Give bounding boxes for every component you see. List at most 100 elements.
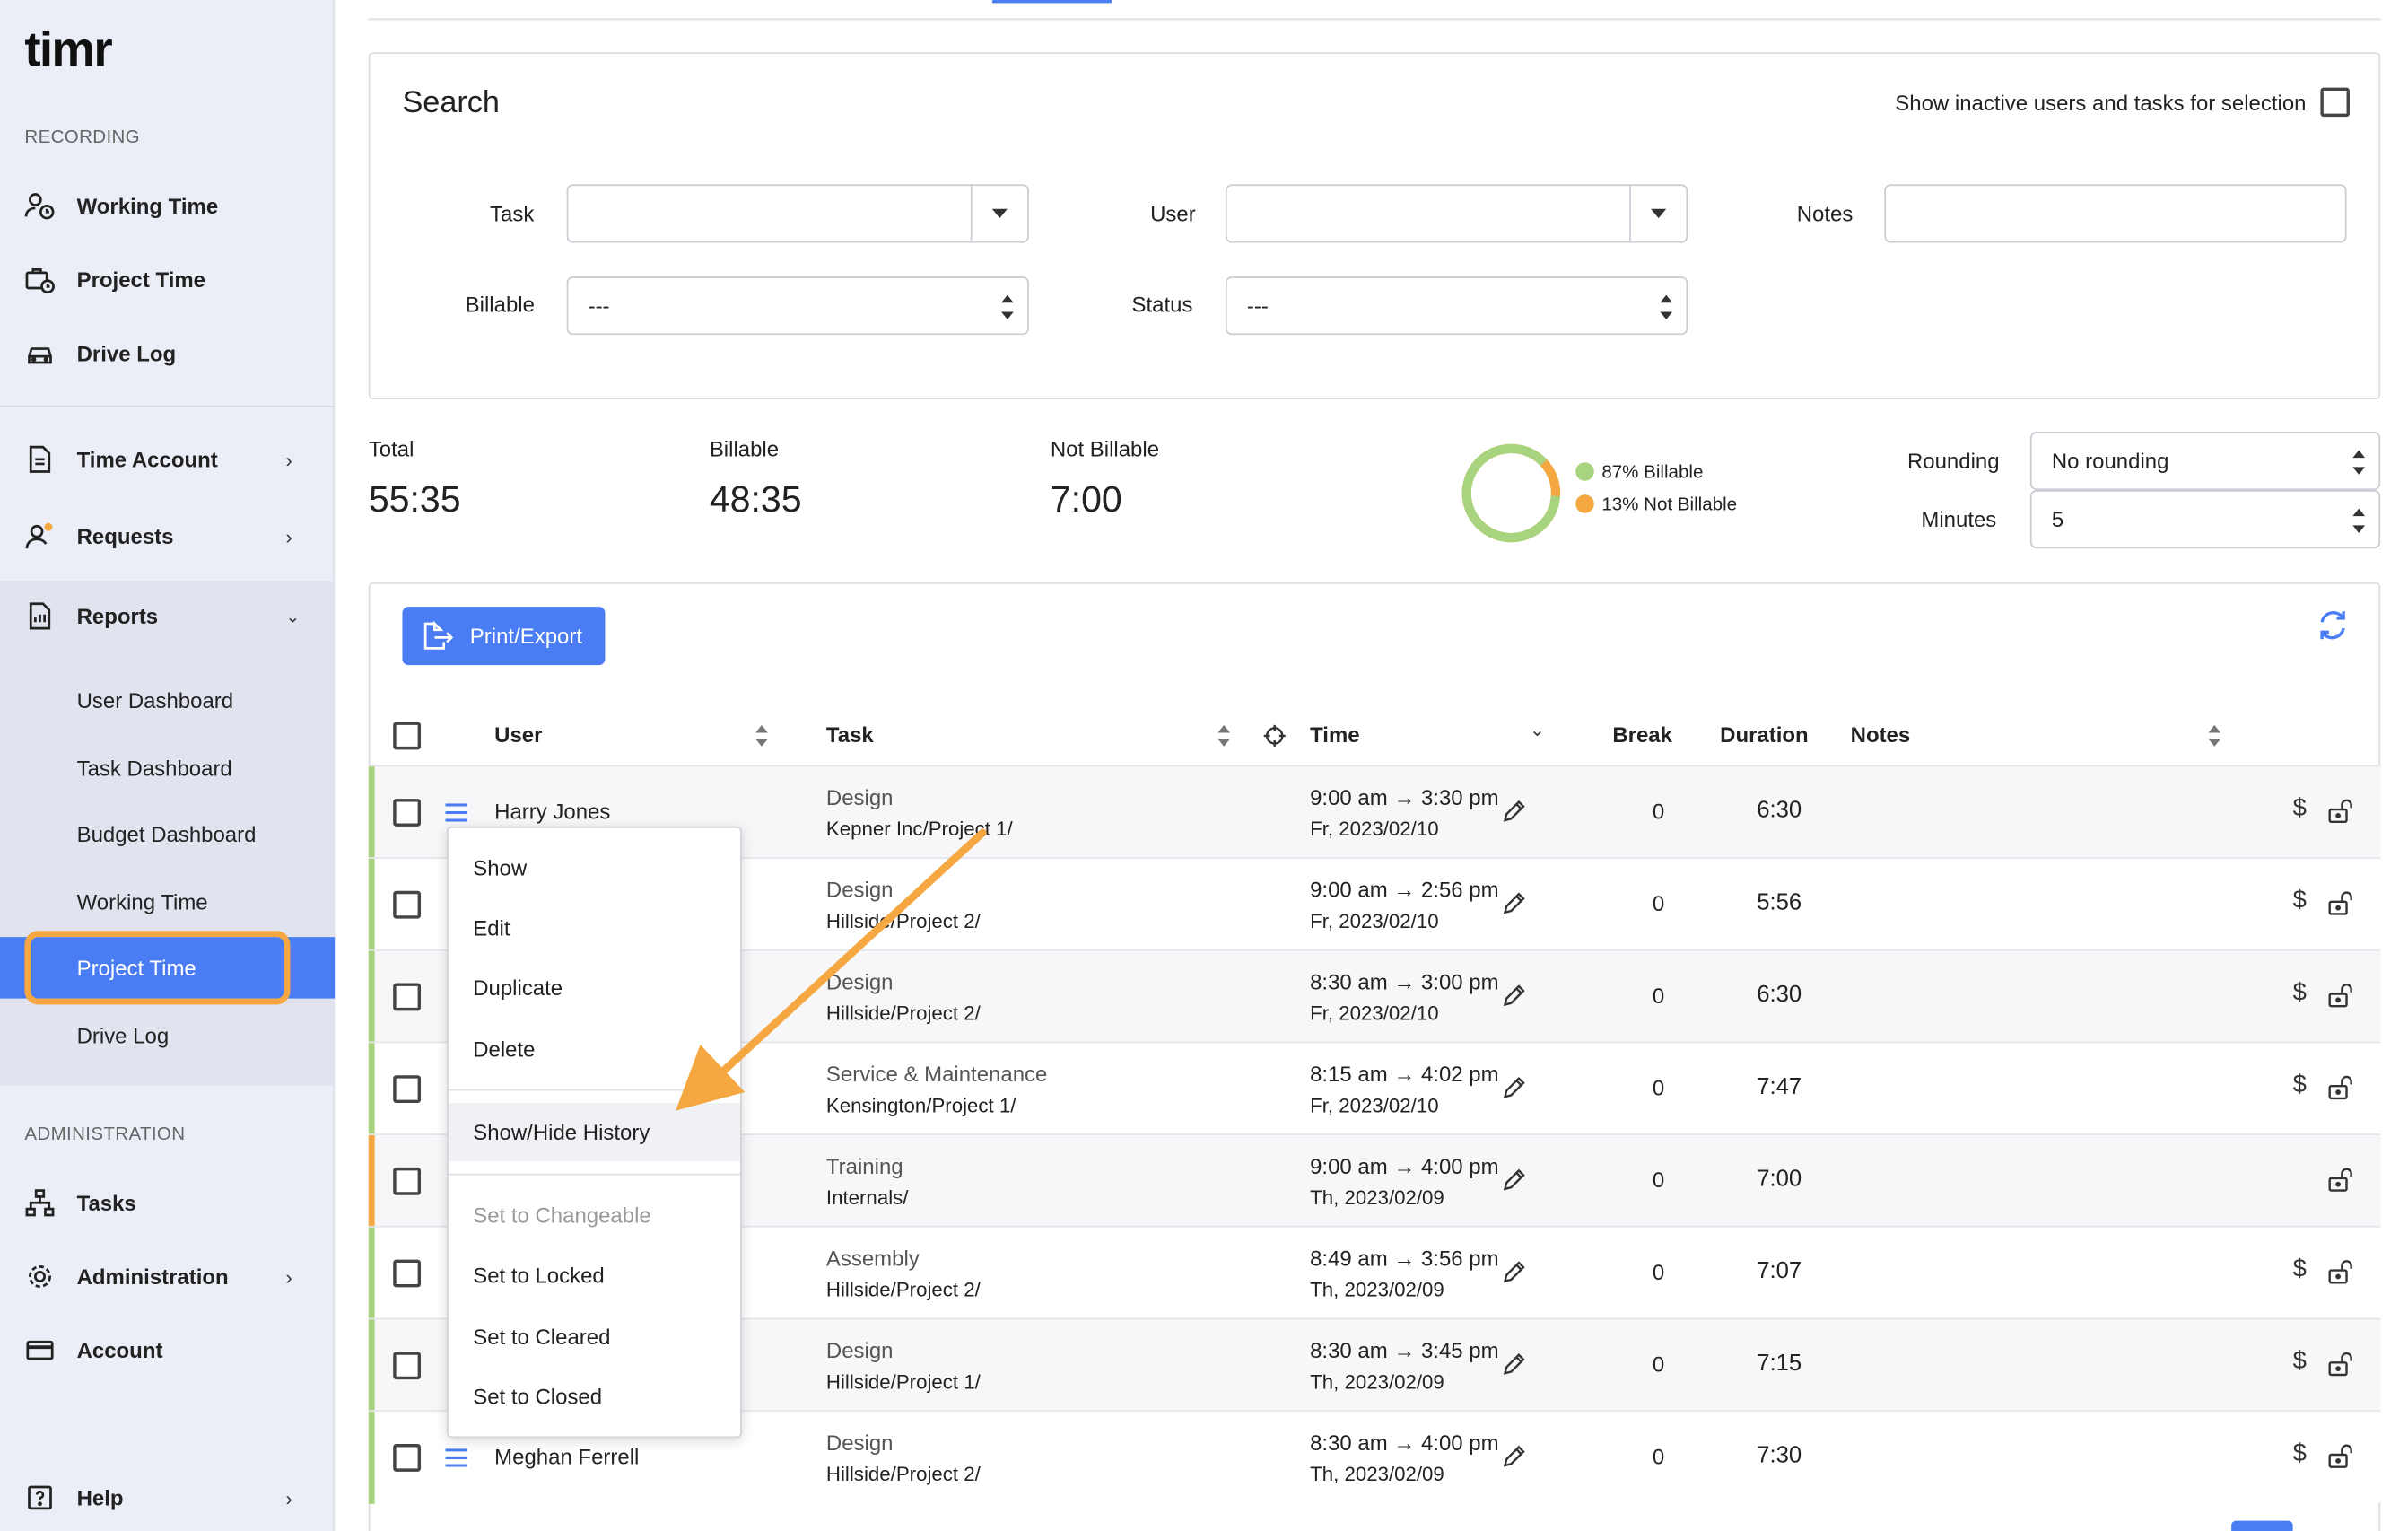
sidebar-item-project-time[interactable]: Project Time: [0, 249, 335, 310]
minutes-label: Minutes: [1921, 506, 1997, 532]
row-project: Hillside/Project 2/: [825, 1462, 981, 1486]
pencil-icon[interactable]: [1502, 891, 1526, 915]
row-checkbox[interactable]: [393, 1352, 422, 1380]
refresh-icon[interactable]: [2316, 608, 2350, 650]
menu-item-set-changeable: Set to Changeable: [473, 1203, 651, 1228]
legend-billable: 87% Billable: [1601, 460, 1704, 483]
row-time-range: 9:00 am → 4:00 pm: [1310, 1153, 1499, 1178]
dollar-icon[interactable]: $: [2293, 1256, 2307, 1284]
row-duration: 6:30: [1757, 797, 1802, 824]
task-select[interactable]: [566, 184, 1029, 243]
pagination-button[interactable]: [2231, 1520, 2293, 1531]
menu-item-set-cleared[interactable]: Set to Cleared: [449, 1308, 740, 1366]
row-checkbox[interactable]: [393, 1259, 422, 1288]
pencil-icon[interactable]: [1502, 1260, 1526, 1284]
billable-donut-chart: [1461, 443, 1561, 543]
row-menu-icon[interactable]: [445, 802, 467, 822]
rounding-label: Rounding: [1906, 448, 2000, 474]
crosshair-icon[interactable]: [1262, 723, 1287, 756]
sidebar-item-account[interactable]: Account: [0, 1319, 335, 1380]
sidebar-item-reports[interactable]: Reports ⌄: [0, 585, 335, 646]
sidebar-item-label: Project Time: [76, 267, 205, 293]
pencil-icon[interactable]: [1502, 799, 1526, 823]
dollar-icon[interactable]: $: [2293, 1072, 2307, 1100]
row-checkbox[interactable]: [393, 799, 422, 827]
sidebar-item-working-time[interactable]: Working Time: [0, 175, 335, 236]
unlock-icon[interactable]: [2326, 797, 2357, 825]
billable-select[interactable]: ---: [566, 276, 1029, 336]
pencil-icon[interactable]: [1502, 1075, 1526, 1099]
sidebar-item-requests[interactable]: Requests ›: [0, 505, 335, 566]
sort-icon[interactable]: [754, 724, 769, 747]
row-user: Harry Jones: [494, 799, 611, 824]
sidebar: timr RECORDING Working Time Project Time…: [0, 0, 336, 1531]
pencil-icon[interactable]: [1502, 1168, 1526, 1192]
sidebar-item-administration[interactable]: Administration ›: [0, 1246, 335, 1307]
sidebar-item-time-account[interactable]: Time Account ›: [0, 429, 335, 490]
sidebar-subitem-budget-dashboard[interactable]: Budget Dashboard: [0, 803, 335, 864]
row-checkbox[interactable]: [393, 1444, 422, 1472]
dollar-icon[interactable]: $: [2293, 980, 2307, 1008]
sidebar-subitem-working-time[interactable]: Working Time: [0, 871, 335, 932]
dropdown-arrow-icon[interactable]: [1629, 186, 1686, 241]
show-inactive-checkbox[interactable]: [2320, 87, 2350, 118]
row-menu-icon[interactable]: [445, 1447, 467, 1467]
status-select[interactable]: ---: [1225, 276, 1688, 336]
row-checkbox[interactable]: [393, 1167, 422, 1195]
sidebar-subitem-user-dashboard[interactable]: User Dashboard: [0, 669, 335, 731]
rounding-select[interactable]: No rounding: [2029, 431, 2381, 491]
row-status-bar: [368, 766, 375, 859]
unlock-icon[interactable]: [2326, 1351, 2357, 1378]
select-all-checkbox[interactable]: [393, 722, 422, 750]
unlock-icon[interactable]: [2326, 1442, 2357, 1470]
row-task: Design: [825, 1337, 894, 1363]
column-header-notes[interactable]: Notes: [1851, 722, 1911, 747]
sort-desc-icon[interactable]: ⌄: [1530, 719, 1545, 740]
pencil-icon[interactable]: [1502, 1352, 1526, 1376]
sidebar-item-drive-log[interactable]: Drive Log: [0, 322, 335, 383]
user-clock-icon: [24, 190, 55, 221]
row-break: 0: [1652, 1259, 1665, 1285]
minutes-select[interactable]: 5: [2029, 490, 2381, 549]
app-logo[interactable]: timr: [24, 22, 112, 77]
dollar-icon[interactable]: $: [2293, 796, 2307, 824]
pencil-icon[interactable]: [1502, 1444, 1526, 1468]
notes-input[interactable]: [1884, 184, 2347, 243]
row-time-range: 9:00 am → 3:30 pm: [1310, 784, 1499, 810]
pencil-icon[interactable]: [1502, 984, 1526, 1008]
gear-icon: [24, 1261, 55, 1291]
column-header-user[interactable]: User: [494, 722, 542, 747]
dollar-icon[interactable]: $: [2293, 888, 2307, 915]
row-checkbox[interactable]: [393, 1075, 422, 1104]
sidebar-item-label: Time Account: [76, 447, 218, 472]
legend-dot-billable: [1575, 462, 1594, 481]
unlock-icon[interactable]: [2326, 1073, 2357, 1101]
sidebar-subitem-drive-log[interactable]: Drive Log: [0, 1004, 335, 1065]
print-export-button[interactable]: Print/Export: [402, 607, 606, 666]
unlock-icon[interactable]: [2326, 1166, 2357, 1194]
menu-item-set-locked[interactable]: Set to Locked: [449, 1246, 740, 1304]
sidebar-item-tasks[interactable]: Tasks: [0, 1172, 335, 1233]
unlock-icon[interactable]: [2326, 982, 2357, 1010]
sort-icon[interactable]: [1217, 724, 1232, 747]
row-break: 0: [1652, 983, 1665, 1008]
row-time-range: 8:30 am → 3:45 pm: [1310, 1337, 1499, 1363]
row-checkbox[interactable]: [393, 983, 422, 1011]
unlock-icon[interactable]: [2326, 1258, 2357, 1286]
dropdown-arrow-icon[interactable]: [970, 186, 1027, 241]
row-project: Internals/: [825, 1185, 909, 1210]
sidebar-subitem-task-dashboard[interactable]: Task Dashboard: [0, 738, 335, 799]
column-header-task[interactable]: Task: [826, 722, 874, 747]
column-header-time[interactable]: Time: [1310, 722, 1360, 747]
unlock-icon[interactable]: [2326, 889, 2357, 917]
menu-item-set-closed[interactable]: Set to Closed: [449, 1367, 740, 1425]
user-select[interactable]: [1225, 184, 1688, 243]
total-value: 55:35: [368, 479, 461, 521]
dollar-icon[interactable]: $: [2293, 1441, 2307, 1469]
row-date: Th, 2023/02/09: [1310, 1369, 1444, 1394]
dollar-icon[interactable]: $: [2293, 1349, 2307, 1377]
sort-icon[interactable]: [2207, 724, 2222, 747]
row-checkbox[interactable]: [393, 890, 422, 919]
chevron-right-icon: ›: [285, 447, 292, 471]
sidebar-item-help[interactable]: Help ›: [0, 1467, 335, 1528]
